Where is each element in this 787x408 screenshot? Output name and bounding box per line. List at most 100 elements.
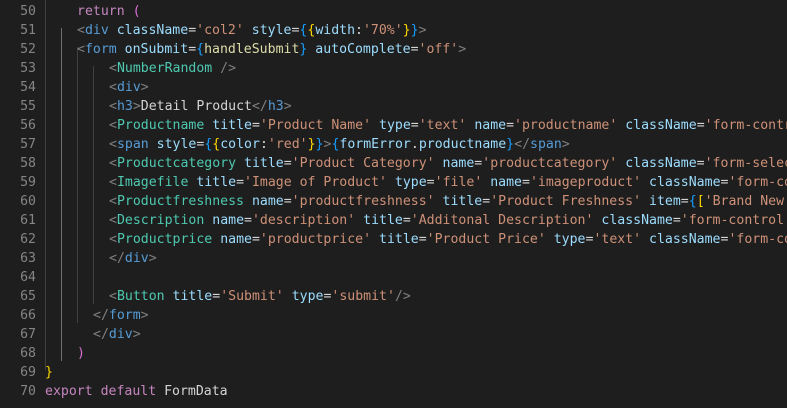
- code-token: name: [474, 118, 507, 133]
- code-token: 'text': [593, 232, 642, 247]
- line-code: <Productcategory title='Product Category…: [109, 154, 787, 173]
- code-line[interactable]: 55 <h3>Detail Product</h3>: [0, 97, 787, 116]
- code-token: =: [251, 118, 260, 133]
- code-token: default: [100, 384, 165, 399]
- code-token: </: [109, 251, 125, 266]
- code-token: Imagefile: [116, 175, 189, 190]
- code-token: h3: [267, 99, 284, 114]
- code-token: =: [680, 194, 689, 209]
- code-token: Description: [116, 213, 205, 228]
- code-line[interactable]: 63 </div>: [0, 249, 787, 268]
- code-line[interactable]: 68): [0, 344, 787, 363]
- code-line[interactable]: 52 <form onSubmit={handleSubmit} autoComp…: [0, 40, 787, 59]
- code-token: .: [410, 137, 419, 152]
- code-token: >: [458, 42, 467, 57]
- line-number: 55: [20, 99, 36, 114]
- code-token: export: [45, 384, 101, 399]
- code-line[interactable]: 69}: [0, 363, 787, 382]
- code-token: item: [649, 194, 681, 209]
- code-token: =: [672, 213, 681, 228]
- code-token: 'imageproduct': [529, 175, 642, 190]
- code-token: 'submit': [331, 289, 395, 304]
- code-line[interactable]: 50 return (: [0, 2, 787, 21]
- code-token: 'Product Category': [291, 156, 435, 171]
- code-token: <: [109, 118, 117, 133]
- code-token: className: [649, 232, 721, 247]
- code-token: :: [259, 137, 268, 152]
- code-token: span: [116, 137, 149, 152]
- code-token: name: [220, 232, 252, 247]
- code-token: className: [625, 118, 697, 133]
- code-token: form: [84, 42, 117, 57]
- code-token: 'form-control: [704, 118, 787, 133]
- code-token: <: [109, 156, 117, 171]
- code-line[interactable]: 51 <div className='col2' style={{width:'7…: [0, 21, 787, 40]
- code-token: width: [315, 23, 356, 38]
- code-line[interactable]: 53 <NumberRandom />: [0, 59, 787, 78]
- code-line[interactable]: 54 <div>: [0, 78, 787, 97]
- code-line[interactable]: 57 <span style={{color:'red'}}>{formError…: [0, 135, 787, 154]
- line-number: 64: [20, 270, 36, 285]
- line-number: 56: [20, 118, 36, 133]
- code-token: form: [108, 308, 141, 323]
- code-line[interactable]: 62 <Productprice name='productprice' titl…: [0, 230, 787, 249]
- code-token: >: [140, 80, 149, 95]
- code-line[interactable]: 58 <Productcategory title='Product Catego…: [0, 154, 787, 173]
- line-code: <Button title='Submit' type='submit'/>: [109, 287, 411, 306]
- line-code: <Productprice name='productprice' title=…: [109, 230, 787, 249]
- line-code: <NumberRandom />: [109, 59, 236, 78]
- code-token: <: [109, 99, 117, 114]
- code-token: title: [442, 194, 483, 209]
- line-number: 54: [20, 80, 36, 95]
- code-token: 'Image of Product': [244, 175, 387, 190]
- code-editor[interactable]: 50 return (51 <div className='col2' style=…: [0, 0, 787, 408]
- code-token: title: [172, 289, 213, 304]
- code-token: 'productprice': [259, 232, 372, 247]
- code-token: 'productname': [514, 118, 618, 133]
- code-token: =: [283, 156, 292, 171]
- code-token: >: [132, 99, 141, 114]
- code-token: 'form-contr: [728, 232, 787, 247]
- code-token: 'Product Name': [259, 118, 372, 133]
- line-number: 52: [20, 42, 36, 57]
- code-token: }: [402, 23, 411, 38]
- code-token: =: [236, 175, 245, 190]
- code-line[interactable]: 60 <Productfreshness name='productfreshne…: [0, 192, 787, 211]
- code-token: }: [315, 137, 324, 152]
- code-line[interactable]: 59 <Imagefile title='Image of Product' ty…: [0, 173, 787, 192]
- code-line[interactable]: 70 export default FormData: [0, 382, 787, 401]
- line-number: 60: [20, 194, 36, 209]
- code-token: />: [212, 61, 237, 76]
- code-token: 'off': [418, 42, 459, 57]
- code-line[interactable]: 61 <Description name='description' title=…: [0, 211, 787, 230]
- line-number: 53: [20, 61, 36, 76]
- code-token: {: [196, 42, 205, 57]
- code-token: 'Submit': [220, 289, 284, 304]
- code-token: =: [696, 118, 705, 133]
- code-line[interactable]: 67 </div>: [0, 325, 787, 344]
- code-token: div: [116, 80, 141, 95]
- code-token: span: [530, 137, 562, 152]
- code-token: =: [426, 175, 435, 190]
- code-token: NumberRandom: [116, 61, 213, 76]
- code-line[interactable]: 65 <Button title='Submit' type='submit'/>: [0, 287, 787, 306]
- code-token: formError: [339, 137, 411, 152]
- code-token: <: [109, 232, 117, 247]
- code-token: title: [212, 118, 252, 133]
- line-code: <Description name='description' title='A…: [109, 211, 787, 230]
- line-code: <div>: [109, 78, 149, 97]
- code-line[interactable]: 64: [0, 268, 787, 287]
- code-line[interactable]: 66 </form>: [0, 306, 787, 325]
- code-token: 'form-select': [704, 156, 787, 171]
- code-line[interactable]: 56 <Productname title='Product Name' type…: [0, 116, 787, 135]
- code-token: name: [442, 156, 475, 171]
- code-token: style: [251, 23, 292, 38]
- code-token: <: [109, 213, 117, 228]
- code-token: >: [148, 251, 157, 266]
- line-number: 70: [20, 384, 36, 399]
